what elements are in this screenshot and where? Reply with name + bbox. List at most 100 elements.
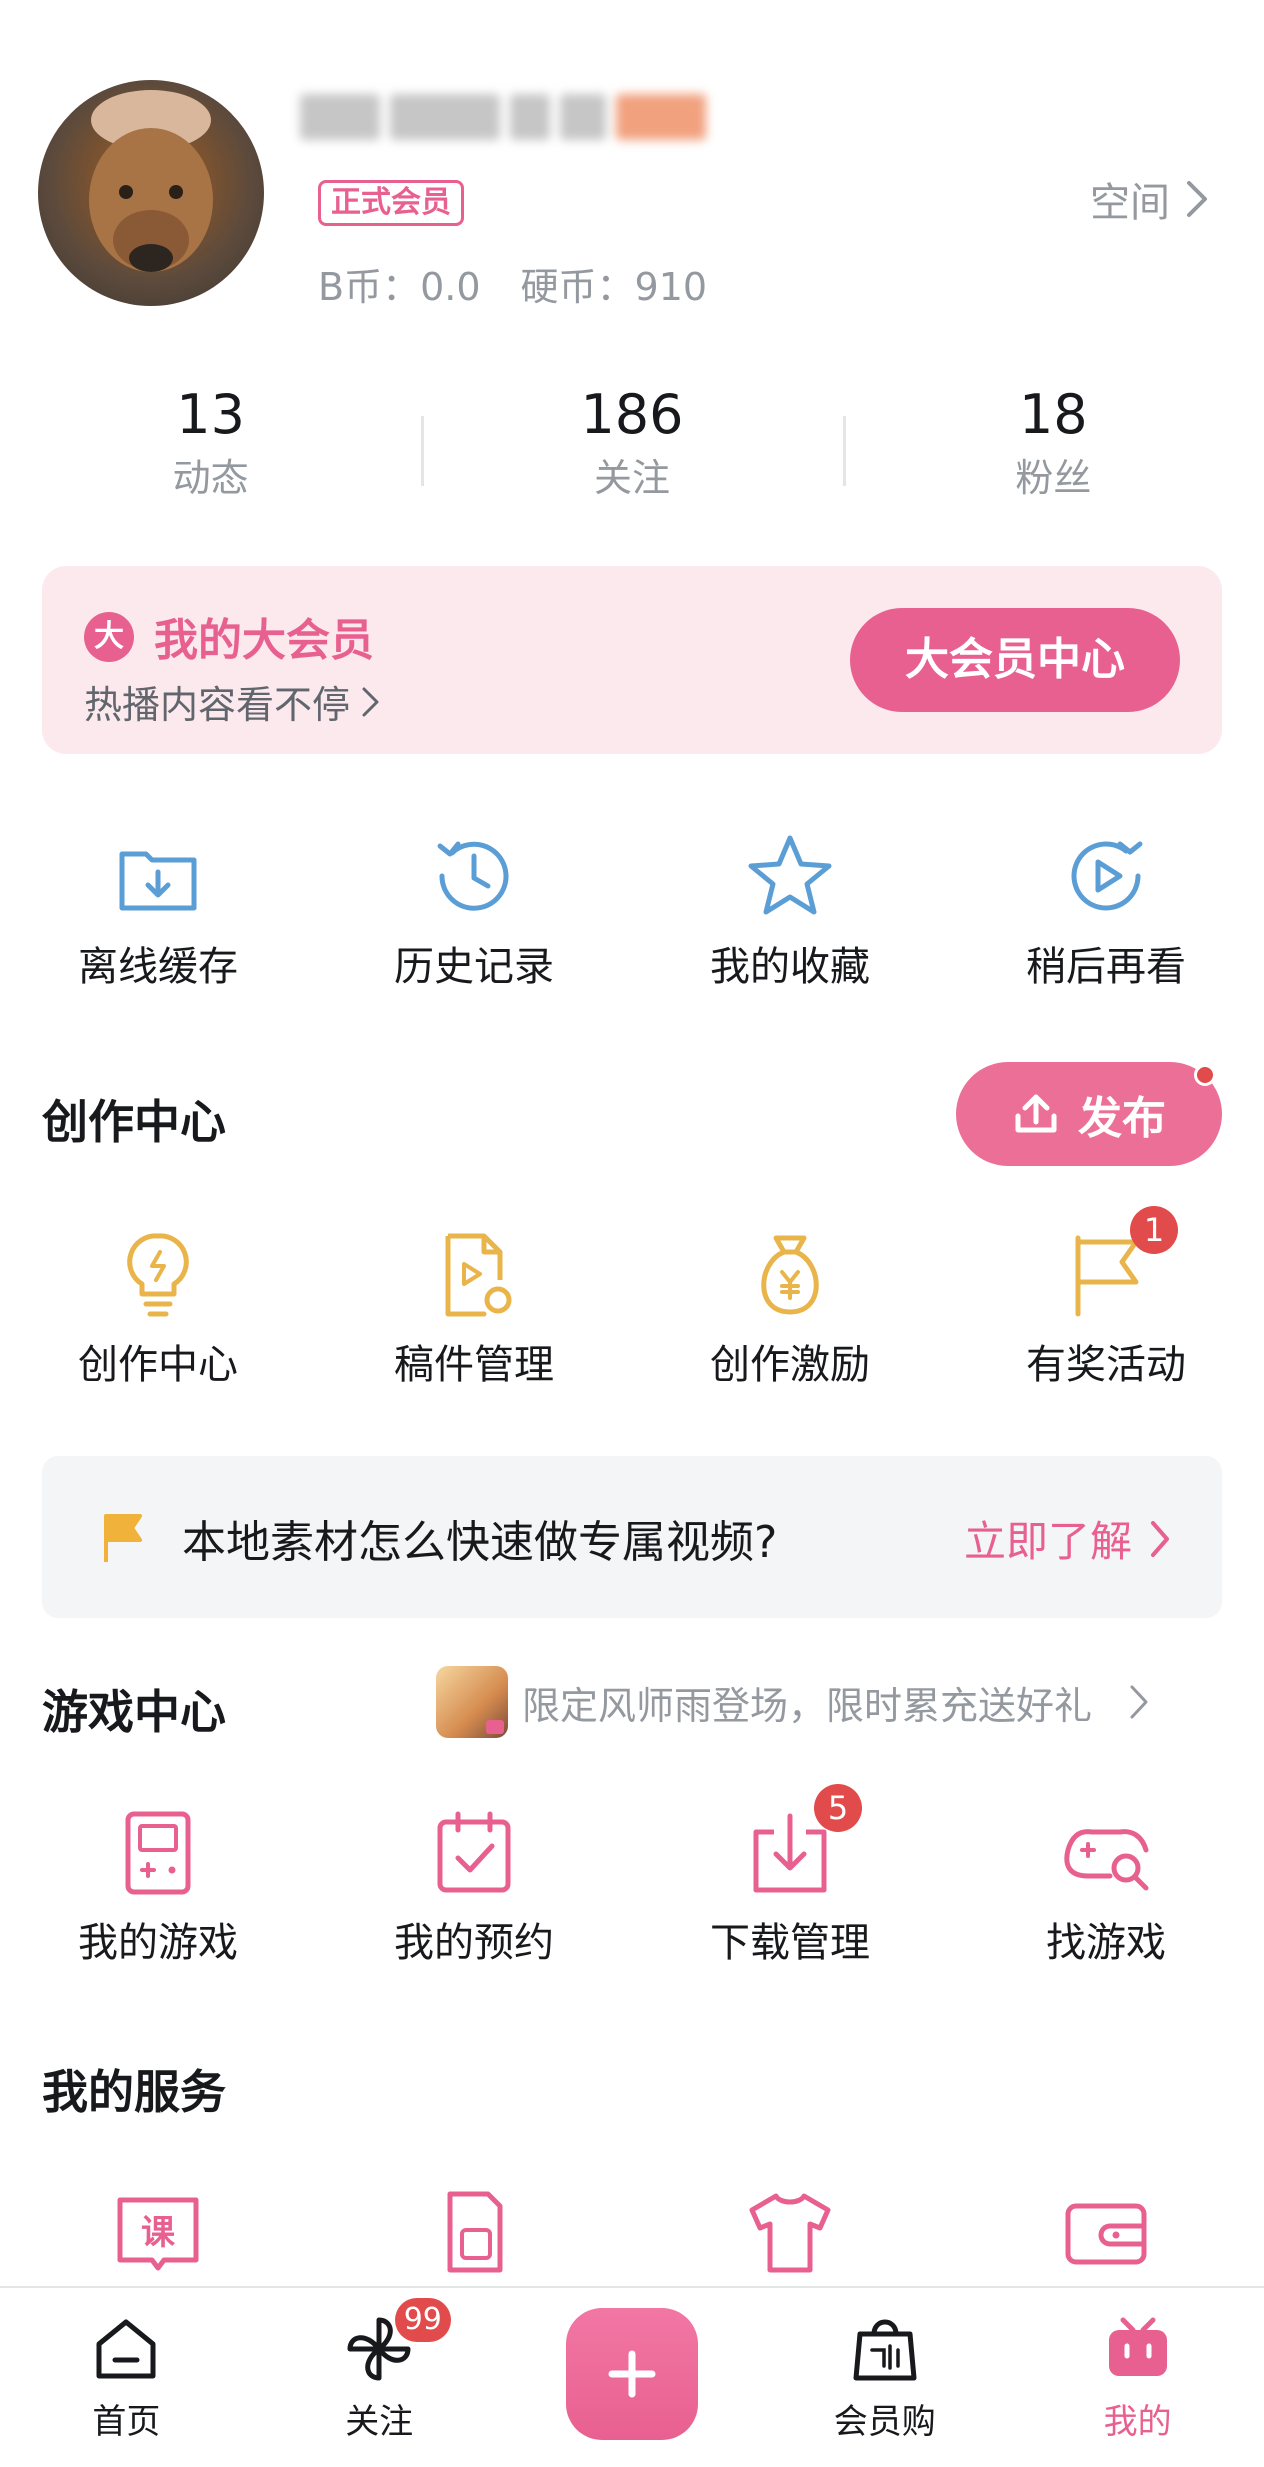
game-item-find-games[interactable]: 找游戏: [948, 1806, 1264, 1968]
dog-avatar-image: [89, 90, 213, 272]
profile-header: 正式会员 B币：0.0 硬币：910 空间: [0, 0, 1264, 340]
favorites-star-icon: [748, 835, 832, 915]
nav-label: 我的: [1103, 2402, 1172, 2442]
stat-value: 186: [580, 383, 684, 446]
creation-item-label: 稿件管理: [394, 1342, 554, 1388]
stat-label: 粉丝: [1015, 456, 1092, 500]
game-thumbnail: [436, 1666, 508, 1738]
quick-action-watch-later[interactable]: 稍后再看: [948, 830, 1264, 992]
nav-label: 首页: [92, 2402, 161, 2442]
vip-center-button[interactable]: 大会员中心: [850, 608, 1180, 712]
stat-value: 13: [176, 383, 246, 446]
services-row: 课: [0, 2186, 1264, 2278]
vip-status-tag: 正式会员: [318, 180, 464, 226]
quick-action-label: 我的收藏: [710, 944, 870, 990]
tshirt-icon: [749, 2193, 831, 2273]
offline-cache-icon: [119, 851, 197, 911]
history-icon: [437, 841, 509, 911]
chevron-right-icon: [1151, 1520, 1169, 1557]
following-count-badge: 99: [394, 2298, 451, 2342]
service-item-outfits[interactable]: [632, 2186, 948, 2278]
nav-home[interactable]: 首页: [0, 2288, 253, 2467]
chevron-right-icon: [1130, 1685, 1148, 1719]
service-item-courses[interactable]: 课: [0, 2186, 316, 2278]
creation-item-manuscripts[interactable]: 稿件管理: [316, 1228, 632, 1390]
flag-icon: [104, 1514, 142, 1562]
vip-banner[interactable]: 大 我的大会员 热播内容看不停 大会员中心: [42, 566, 1222, 754]
home-icon: [96, 2319, 156, 2379]
nav-label: 关注: [345, 2402, 414, 2442]
services-section-title: 我的服务: [42, 2065, 226, 2119]
space-label: 空间: [1090, 180, 1170, 226]
service-item-wallet[interactable]: [948, 2186, 1264, 2278]
watch-later-icon: [1071, 841, 1143, 911]
tip-banner[interactable]: 本地素材怎么快速做专属视频? 立即了解: [42, 1456, 1222, 1618]
quick-action-offline-cache[interactable]: 离线缓存: [0, 830, 316, 992]
shopping-bag-icon: [853, 2319, 917, 2381]
stat-value: 18: [1018, 383, 1088, 446]
upload-icon: [1015, 1094, 1057, 1133]
nav-mine[interactable]: 我的: [1011, 2288, 1264, 2467]
quick-action-label: 历史记录: [394, 944, 554, 990]
notification-dot: [1194, 1064, 1216, 1086]
game-item-downloads[interactable]: 5 下载管理: [632, 1784, 948, 1968]
b-coin-balance: B币：0.0: [318, 265, 481, 309]
game-promo-link[interactable]: 限定风师雨登场，限时累充送好礼: [436, 1666, 1150, 1738]
stats-bar: 13 动态 186 关注 18 粉丝: [0, 380, 1264, 520]
bottom-nav-bar: 首页 99 关注 会员购 我的: [0, 2286, 1264, 2467]
game-item-label: 我的预约: [394, 1920, 554, 1966]
activity-count-badge: 1: [1130, 1206, 1178, 1254]
nav-following[interactable]: 99 关注: [253, 2288, 506, 2467]
service-item-sim[interactable]: [316, 2186, 632, 2278]
avatar[interactable]: [38, 80, 264, 306]
course-glyph: 课: [141, 2213, 176, 2253]
game-row: 我的游戏 我的预约 5 下载管理 找游戏: [0, 1784, 1264, 1968]
quick-action-label: 稍后再看: [1026, 944, 1186, 990]
lightbulb-icon: [127, 1233, 189, 1317]
game-promo-text: 限定风师雨登场，限时累充送好礼: [522, 1683, 1093, 1728]
nav-member-shop[interactable]: 会员购: [758, 2288, 1011, 2467]
course-book-icon: 课: [117, 2197, 199, 2271]
create-plus-button[interactable]: [566, 2308, 698, 2440]
tv-mine-icon: [1108, 2317, 1167, 2376]
sim-card-icon: [447, 2191, 503, 2273]
vip-banner-title: 我的大会员: [154, 615, 374, 666]
learn-more-link[interactable]: 立即了解: [964, 1508, 1172, 1569]
money-bag-icon: [761, 1235, 819, 1315]
learn-more-label: 立即了解: [963, 1517, 1132, 1566]
quick-action-history[interactable]: 历史记录: [316, 830, 632, 992]
coin-balances: B币：0.0 硬币：910: [318, 256, 747, 311]
wallet-icon: [1065, 2203, 1147, 2265]
game-item-label: 下载管理: [710, 1920, 870, 1966]
vip-badge-icon: 大: [84, 612, 134, 662]
game-item-reservations[interactable]: 我的预约: [316, 1806, 632, 1968]
creation-item-activities[interactable]: 1 有奖活动: [948, 1206, 1264, 1390]
creation-row: 创作中心 稿件管理 创作激励 1 有奖活动: [0, 1206, 1264, 1390]
quick-action-label: 离线缓存: [78, 944, 238, 990]
game-item-my-games[interactable]: 我的游戏: [0, 1806, 316, 1968]
vip-banner-subtitle[interactable]: 热播内容看不停: [84, 674, 382, 729]
chevron-right-icon: [1187, 181, 1207, 217]
game-section-title: 游戏中心: [42, 1685, 226, 1739]
gamepad-search-icon: [1064, 1829, 1149, 1891]
publish-button[interactable]: 发布: [956, 1062, 1222, 1166]
stat-dynamics[interactable]: 13 动态: [0, 380, 421, 520]
stat-label: 关注: [593, 456, 670, 500]
game-item-label: 我的游戏: [78, 1920, 238, 1966]
publish-label: 发布: [1078, 1093, 1166, 1144]
vip-subtitle-text: 热播内容看不停: [84, 683, 351, 727]
stat-fans[interactable]: 18 粉丝: [842, 380, 1264, 520]
stat-following[interactable]: 186 关注: [421, 380, 842, 520]
creation-section-title: 创作中心: [42, 1095, 226, 1149]
calendar-check-icon: [437, 1811, 511, 1893]
creation-item-center[interactable]: 创作中心: [0, 1228, 316, 1390]
quick-actions-row: 离线缓存 历史记录 我的收藏 稍后再看: [0, 830, 1264, 992]
creation-item-label: 有奖活动: [1026, 1342, 1186, 1388]
plus-icon: [608, 2350, 656, 2398]
creation-item-incentive[interactable]: 创作激励: [632, 1228, 948, 1390]
quick-action-favorites[interactable]: 我的收藏: [632, 830, 948, 992]
space-link[interactable]: 空间: [1090, 170, 1210, 228]
hard-coin-balance: 硬币：910: [520, 265, 708, 309]
nav-label: 会员购: [833, 2402, 936, 2442]
tip-text: 本地素材怎么快速做专属视频?: [182, 1517, 778, 1568]
